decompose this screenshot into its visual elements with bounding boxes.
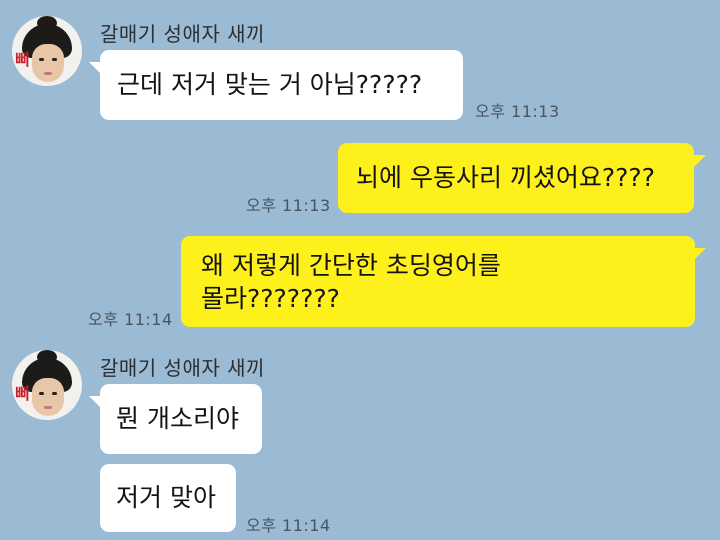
message-time: 오후 11:14 xyxy=(246,516,331,535)
avatar-stamp: 삐 xyxy=(15,50,30,69)
sender-name: 갈매기 성애자 새끼 xyxy=(100,356,265,380)
message-text: 뭔 개소리야 xyxy=(116,404,239,433)
avatar-face xyxy=(32,378,64,416)
profile-avatar[interactable]: 삐 xyxy=(12,16,82,86)
message-bubble-outgoing[interactable]: 왜 저렇게 간단한 초딩영어를 몰라??????? xyxy=(181,236,695,327)
message-text-line: 왜 저렇게 간단한 초딩영어를 xyxy=(201,251,501,280)
message-text-line: 몰라??????? xyxy=(201,284,340,313)
message-bubble-outgoing[interactable]: 뇌에 우동사리 끼셨어요???? xyxy=(338,143,694,213)
message-time: 오후 11:13 xyxy=(246,196,331,215)
bubble-tail xyxy=(694,155,706,167)
message-bubble-incoming[interactable]: 저거 맞아 xyxy=(100,464,236,532)
message-text: 근데 저거 맞는 거 아님????? xyxy=(117,70,423,99)
message-bubble-incoming[interactable]: 뭔 개소리야 xyxy=(100,384,262,454)
avatar-face xyxy=(32,44,64,82)
profile-avatar[interactable]: 삐 xyxy=(12,350,82,420)
message-bubble-incoming[interactable]: 근데 저거 맞는 거 아님????? xyxy=(100,50,463,120)
message-text: 저거 맞아 xyxy=(116,483,216,512)
avatar-stamp: 삐 xyxy=(15,384,30,403)
chat-room: 삐 갈매기 성애자 새끼 근데 저거 맞는 거 아님????? 오후 11:13… xyxy=(0,0,720,540)
bubble-tail xyxy=(694,248,706,260)
message-time: 오후 11:13 xyxy=(475,102,560,121)
message-time: 오후 11:14 xyxy=(88,310,173,329)
sender-name: 갈매기 성애자 새끼 xyxy=(100,22,265,46)
message-text: 뇌에 우동사리 끼셨어요???? xyxy=(356,163,655,192)
